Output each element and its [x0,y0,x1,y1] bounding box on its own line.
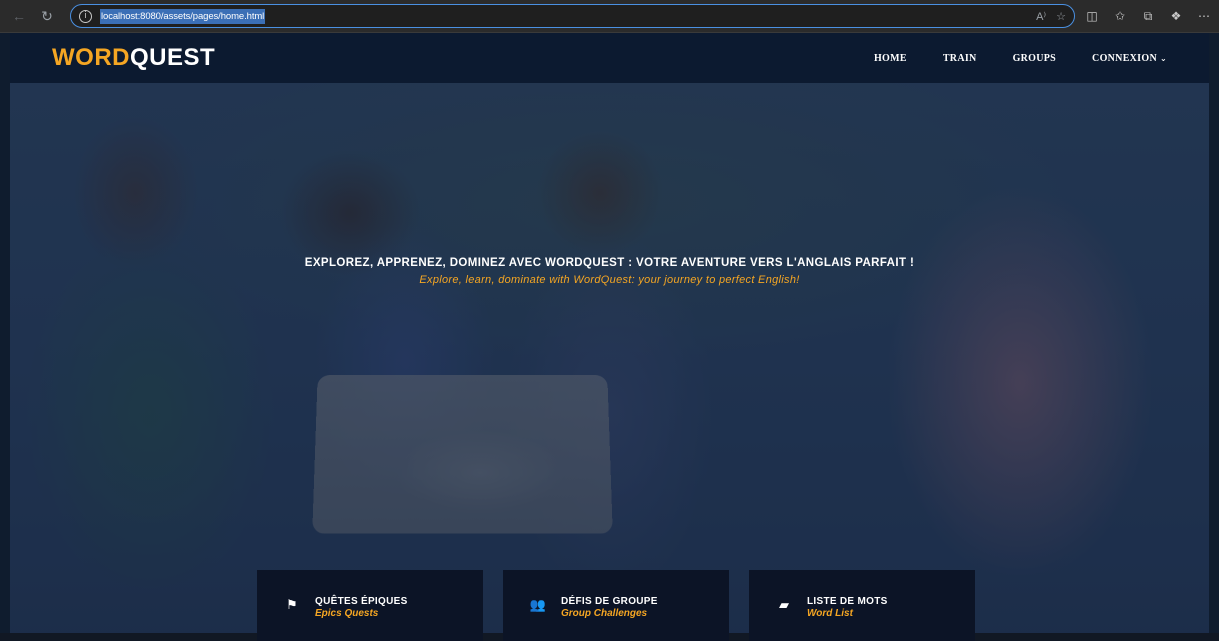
web-page: WORDQUEST HOME TRAIN GROUPS CONNEXION ⌄ … [0,33,1219,641]
feature-card-epic-quests[interactable]: ⚑ QUÊTES ÉPIQUES Epics Quests [257,570,483,641]
hero-title: EXPLOREZ, APPRENEZ, DOMINEZ AVEC WORDQUE… [304,257,915,269]
more-icon[interactable]: ⋯ [1197,9,1211,23]
nav-train[interactable]: TRAIN [943,53,977,64]
favorites-icon[interactable]: ✩ [1113,9,1127,23]
feature-cards: ⚑ QUÊTES ÉPIQUES Epics Quests 👥 DÉFIS DE… [257,570,975,641]
favorite-icon[interactable]: ☆ [1056,10,1066,23]
reload-icon[interactable]: ↻ [36,5,58,27]
nav-groups[interactable]: GROUPS [1013,53,1056,64]
nav-groups-label: GROUPS [1012,52,1057,64]
hero-text: EXPLOREZ, APPRENEZ, DOMINEZ AVEC WORDQUE… [0,257,1219,286]
site-logo[interactable]: WORDQUEST [52,44,215,72]
read-aloud-icon[interactable]: A⁾ [1036,10,1046,23]
back-icon[interactable]: ← [8,5,30,27]
url-text[interactable]: localhost:8080/assets/pages/home.html [100,8,266,24]
hero-overlay [10,83,1209,641]
feature-subtitle: Epics Quests [315,608,379,619]
collections-icon[interactable]: ⧉ [1141,9,1155,24]
browser-toolbar: ← ↻ i localhost:8080/assets/pages/home.h… [0,0,1219,33]
nav-home-label: HOME [873,52,907,64]
nav-connexion-dropdown[interactable]: CONNEXION ⌄ [1092,53,1167,64]
nav-home[interactable]: HOME [874,53,907,64]
address-bar[interactable]: i localhost:8080/assets/pages/home.html … [70,4,1075,28]
users-icon: 👥 [529,598,547,613]
flag-icon: ⚑ [286,598,298,613]
copilot-icon[interactable]: ❖ [1169,9,1183,23]
feature-title: LISTE DE MOTS [807,596,888,607]
feature-subtitle: Group Challenges [561,608,648,619]
split-screen-icon[interactable]: ◫ [1085,9,1099,23]
logo-quest: QUEST [129,44,216,71]
nav-connexion-label: CONNEXION [1092,52,1157,64]
hero-subtitle: Explore, learn, dominate with WordQuest:… [419,274,800,286]
feature-title: DÉFIS DE GROUPE [561,596,658,607]
hero-background-image [10,83,1209,641]
feature-card-group-challenges[interactable]: 👥 DÉFIS DE GROUPE Group Challenges [503,570,729,641]
feature-subtitle: Word List [807,608,853,619]
nav-train-label: TRAIN [942,52,977,64]
main-nav: HOME TRAIN GROUPS CONNEXION ⌄ [874,53,1167,64]
site-header: WORDQUEST HOME TRAIN GROUPS CONNEXION ⌄ [10,33,1209,83]
chevron-down-icon: ⌄ [1159,53,1167,63]
info-icon[interactable]: i [79,9,92,23]
feature-card-word-list[interactable]: ▰ LISTE DE MOTS Word List [749,570,975,641]
book-icon: ▰ [779,598,789,613]
feature-title: QUÊTES ÉPIQUES [315,596,408,607]
logo-word: WORD [52,44,130,71]
